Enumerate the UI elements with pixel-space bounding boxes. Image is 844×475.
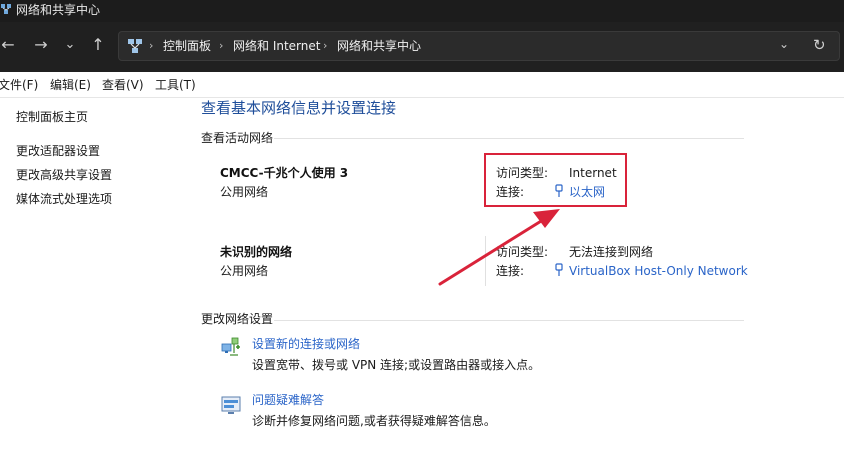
setup-new-connection-link[interactable]: 设置新的连接或网络 [252, 336, 360, 352]
up-button[interactable]: ↑ [88, 34, 108, 56]
back-button[interactable]: ← [0, 34, 18, 56]
breadcrumb-separator: › [219, 39, 224, 52]
navigation-bar: ← → ⌄ ↑ › 控制面板 › 网络和 Internet › 网络和共享中心 … [0, 22, 844, 72]
breadcrumb-control-panel[interactable]: 控制面板 [163, 38, 211, 54]
network-name: 未识别的网络 [220, 245, 293, 259]
active-networks-heading: 查看活动网络 [201, 131, 274, 145]
menu-file[interactable]: 文件(F) [0, 77, 38, 93]
menu-view[interactable]: 查看(V) [102, 77, 144, 93]
address-bar[interactable]: › 控制面板 › 网络和 Internet › 网络和共享中心 ⌄ ↻ [118, 31, 840, 61]
address-dropdown-button[interactable]: ⌄ [779, 37, 789, 51]
breadcrumb-network-sharing-center[interactable]: 网络和共享中心 [337, 38, 421, 54]
sidebar-item-media-streaming[interactable]: 媒体流式处理选项 [16, 191, 112, 207]
section-divider [274, 320, 744, 321]
sidebar-item-advanced-sharing[interactable]: 更改高级共享设置 [16, 167, 112, 183]
menu-tools[interactable]: 工具(T) [155, 77, 196, 93]
setup-new-connection-description: 设置宽带、拨号或 VPN 连接;或设置路由器或接入点。 [252, 358, 541, 372]
sidebar-item-control-panel-home[interactable]: 控制面板主页 [16, 109, 88, 125]
connection-label: 连接: [496, 264, 525, 278]
change-settings-heading: 更改网络设置 [201, 312, 274, 326]
new-connection-icon [221, 337, 240, 356]
breadcrumb-separator: › [323, 39, 328, 52]
refresh-button[interactable]: ↻ [813, 36, 826, 54]
title-bar: 网络和共享中心 [0, 0, 844, 22]
page-title: 查看基本网络信息并设置连接 [201, 99, 397, 117]
sidebar: 控制面板主页 更改适配器设置 更改高级共享设置 媒体流式处理选项 [0, 98, 190, 475]
network-type[interactable]: 公用网络 [220, 184, 268, 200]
ethernet-icon [555, 263, 563, 276]
window-title: 网络和共享中心 [16, 3, 101, 17]
breadcrumb-separator: › [149, 39, 154, 52]
forward-button[interactable]: → [31, 34, 51, 56]
highlight-box [484, 153, 627, 207]
network-center-icon [1, 4, 11, 14]
troubleshoot-link[interactable]: 问题疑难解答 [252, 392, 324, 408]
access-type-value: 无法连接到网络 [569, 245, 654, 259]
network-name: CMCC-千兆个人使用 3 [220, 166, 349, 180]
troubleshoot-icon [221, 396, 241, 414]
recent-locations-button[interactable]: ⌄ [60, 34, 80, 56]
virtualbox-connection-link[interactable]: VirtualBox Host-Only Network [569, 263, 748, 279]
breadcrumb-network-internet[interactable]: 网络和 Internet [233, 38, 320, 54]
network-type[interactable]: 公用网络 [220, 263, 268, 279]
network-center-icon [128, 39, 142, 53]
access-type-label: 访问类型: [496, 245, 549, 259]
main-content: 查看基本网络信息并设置连接 查看活动网络 CMCC-千兆个人使用 3 公用网络 … [190, 98, 844, 475]
troubleshoot-description: 诊断并修复网络问题,或者获得疑难解答信息。 [252, 414, 496, 428]
vertical-divider [485, 236, 486, 286]
sidebar-item-adapter-settings[interactable]: 更改适配器设置 [16, 143, 100, 159]
menu-bar: 文件(F) 编辑(E) 查看(V) 工具(T) [0, 72, 844, 98]
menu-edit[interactable]: 编辑(E) [50, 77, 91, 93]
section-divider [274, 138, 744, 139]
